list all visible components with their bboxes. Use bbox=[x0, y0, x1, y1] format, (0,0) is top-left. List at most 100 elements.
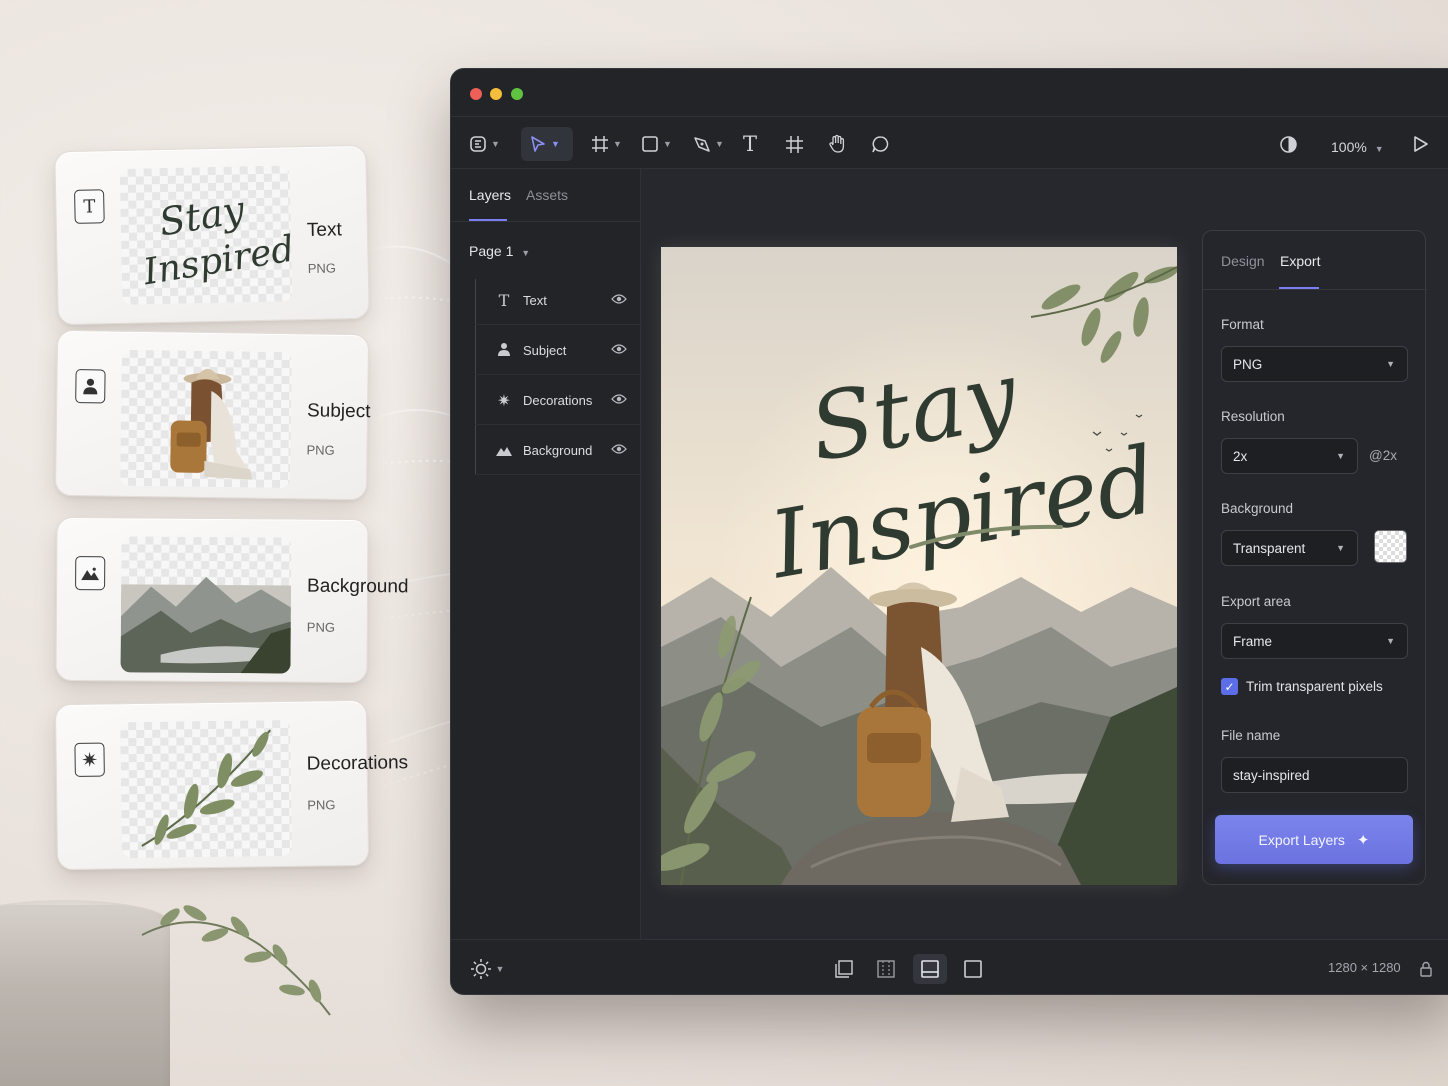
theme-toggle-button[interactable] bbox=[1279, 127, 1298, 161]
export-area-value: Frame bbox=[1233, 633, 1273, 649]
person-icon bbox=[75, 369, 106, 404]
chevron-down-icon: ▼ bbox=[1386, 359, 1395, 369]
comment-tool-icon bbox=[872, 135, 889, 152]
grid-tool-icon bbox=[786, 135, 803, 153]
artboard-frame[interactable]: Stay Inspired bbox=[661, 247, 1177, 885]
grid-tool-button[interactable] bbox=[785, 127, 804, 161]
close-window-button[interactable] bbox=[470, 88, 482, 100]
minimize-window-button[interactable] bbox=[490, 88, 502, 100]
tab-export[interactable]: Export bbox=[1280, 253, 1320, 269]
resolution-value: 2x bbox=[1233, 448, 1248, 464]
hand-tool-button[interactable] bbox=[827, 127, 847, 161]
layer-row-subject[interactable]: Subject bbox=[475, 327, 641, 375]
frame-tool-icon bbox=[592, 136, 608, 152]
text-tool-button[interactable]: T bbox=[743, 127, 757, 161]
layer-card-background: Background PNG bbox=[55, 516, 409, 684]
format-value: PNG bbox=[1233, 356, 1263, 372]
text-icon: T bbox=[498, 291, 510, 310]
app-menu-button[interactable]: ▼ bbox=[469, 127, 500, 161]
card-thumbnail bbox=[120, 719, 292, 859]
panel-view-icon bbox=[921, 960, 939, 978]
maximize-window-button[interactable] bbox=[511, 88, 523, 100]
subject-figure-thumb bbox=[170, 368, 253, 480]
trim-transparent-checkbox[interactable]: ✓ bbox=[1221, 678, 1238, 695]
lock-button[interactable] bbox=[1411, 956, 1441, 982]
layer-card-subject: Subject PNG bbox=[54, 329, 371, 501]
export-area-label: Export area bbox=[1221, 594, 1291, 609]
mountain-icon bbox=[75, 556, 106, 591]
export-layers-button[interactable]: Export Layers ✦ bbox=[1215, 815, 1413, 864]
card-name: Text bbox=[306, 219, 342, 242]
resolution-suffix: @2x bbox=[1369, 448, 1397, 463]
background-color-swatch[interactable] bbox=[1374, 530, 1407, 563]
logo-icon bbox=[470, 136, 486, 152]
card-type: PNG bbox=[307, 797, 336, 813]
layers-view-icon bbox=[835, 960, 853, 978]
view-mode-panel-button[interactable] bbox=[913, 954, 947, 984]
present-button[interactable] bbox=[1411, 127, 1429, 161]
tab-layers[interactable]: Layers bbox=[469, 187, 511, 203]
view-mode-layers-button[interactable] bbox=[829, 956, 859, 982]
rectangle-tool-icon bbox=[642, 136, 658, 152]
resolution-label: Resolution bbox=[1221, 409, 1285, 424]
contrast-icon bbox=[1280, 135, 1297, 153]
mountain-icon bbox=[493, 443, 515, 459]
zoom-dropdown[interactable]: 100% ▼ bbox=[1331, 139, 1384, 155]
page-name: Page 1 bbox=[469, 243, 514, 259]
design-app-window: ▼ ▼ ▼ ▼ ▼ T 100% ▼ Layers Assets Page 1 … bbox=[450, 68, 1448, 995]
brightness-button[interactable]: ▼ bbox=[465, 956, 509, 982]
rectangle-tool-button[interactable]: ▼ bbox=[641, 127, 672, 161]
leaf-branch-thumb bbox=[141, 729, 272, 847]
view-mode-split-button[interactable] bbox=[871, 956, 901, 982]
layer-card-decorations: ✷ Decorations PNG bbox=[54, 699, 408, 871]
square-view-icon bbox=[964, 960, 982, 978]
card-type: PNG bbox=[307, 260, 337, 277]
export-area-select[interactable]: Frame ▼ bbox=[1221, 623, 1408, 659]
layer-row-text[interactable]: T Text bbox=[475, 277, 641, 325]
comment-tool-button[interactable] bbox=[871, 127, 890, 161]
text-tool-icon: T bbox=[743, 132, 758, 156]
layer-name: Text bbox=[523, 293, 547, 308]
frame-tool-button[interactable]: ▼ bbox=[591, 127, 622, 161]
file-name-input[interactable]: stay-inspired bbox=[1221, 757, 1408, 793]
layer-name: Subject bbox=[523, 343, 567, 358]
stay-inspired-script-thumb: Stay Inspired bbox=[140, 187, 293, 293]
card-thumbnail: Stay Inspired bbox=[119, 165, 293, 305]
chevron-down-icon: ▼ bbox=[1386, 636, 1395, 646]
chevron-down-icon: ▼ bbox=[551, 139, 560, 149]
olive-sprig-decoration bbox=[141, 905, 331, 1016]
tab-design[interactable]: Design bbox=[1221, 253, 1265, 269]
chevron-down-icon: ▼ bbox=[521, 248, 531, 258]
divider bbox=[451, 221, 641, 222]
divider bbox=[1203, 289, 1427, 290]
eye-icon[interactable] bbox=[611, 293, 627, 308]
eye-icon[interactable] bbox=[611, 343, 627, 358]
sun-icon bbox=[470, 959, 491, 979]
file-name-label: File name bbox=[1221, 728, 1281, 743]
move-tool-button[interactable]: ▼ bbox=[521, 127, 573, 161]
export-button-label: Export Layers bbox=[1258, 831, 1345, 848]
poster-artwork: Stay Inspired bbox=[661, 247, 1177, 885]
eye-icon[interactable] bbox=[611, 443, 627, 458]
chevron-down-icon: ▼ bbox=[663, 139, 672, 149]
chevron-down-icon: ▼ bbox=[1374, 144, 1384, 154]
chevron-down-icon: ▼ bbox=[1336, 451, 1345, 461]
file-name-value: stay-inspired bbox=[1233, 767, 1310, 783]
card-thumbnail bbox=[120, 536, 292, 674]
layer-row-decorations[interactable]: ✷ Decorations bbox=[475, 377, 641, 425]
layer-row-background[interactable]: Background bbox=[475, 427, 641, 475]
tab-assets[interactable]: Assets bbox=[526, 187, 568, 203]
chevron-down-icon: ▼ bbox=[1336, 543, 1345, 553]
view-mode-single-button[interactable] bbox=[958, 956, 988, 982]
design-canvas[interactable]: Stay Inspired Design Export Format PNG ▼… bbox=[641, 169, 1448, 939]
format-select[interactable]: PNG ▼ bbox=[1221, 346, 1408, 382]
pen-tool-button[interactable]: ▼ bbox=[693, 127, 724, 161]
zoom-level: 100% bbox=[1331, 139, 1367, 155]
card-type: PNG bbox=[306, 442, 335, 458]
background-select[interactable]: Transparent ▼ bbox=[1221, 530, 1358, 566]
resolution-select[interactable]: 2x ▼ bbox=[1221, 438, 1358, 474]
eye-icon[interactable] bbox=[611, 393, 627, 408]
split-view-icon bbox=[877, 960, 895, 978]
hand-tool-icon bbox=[829, 134, 845, 153]
page-selector[interactable]: Page 1 ▼ bbox=[469, 243, 530, 259]
